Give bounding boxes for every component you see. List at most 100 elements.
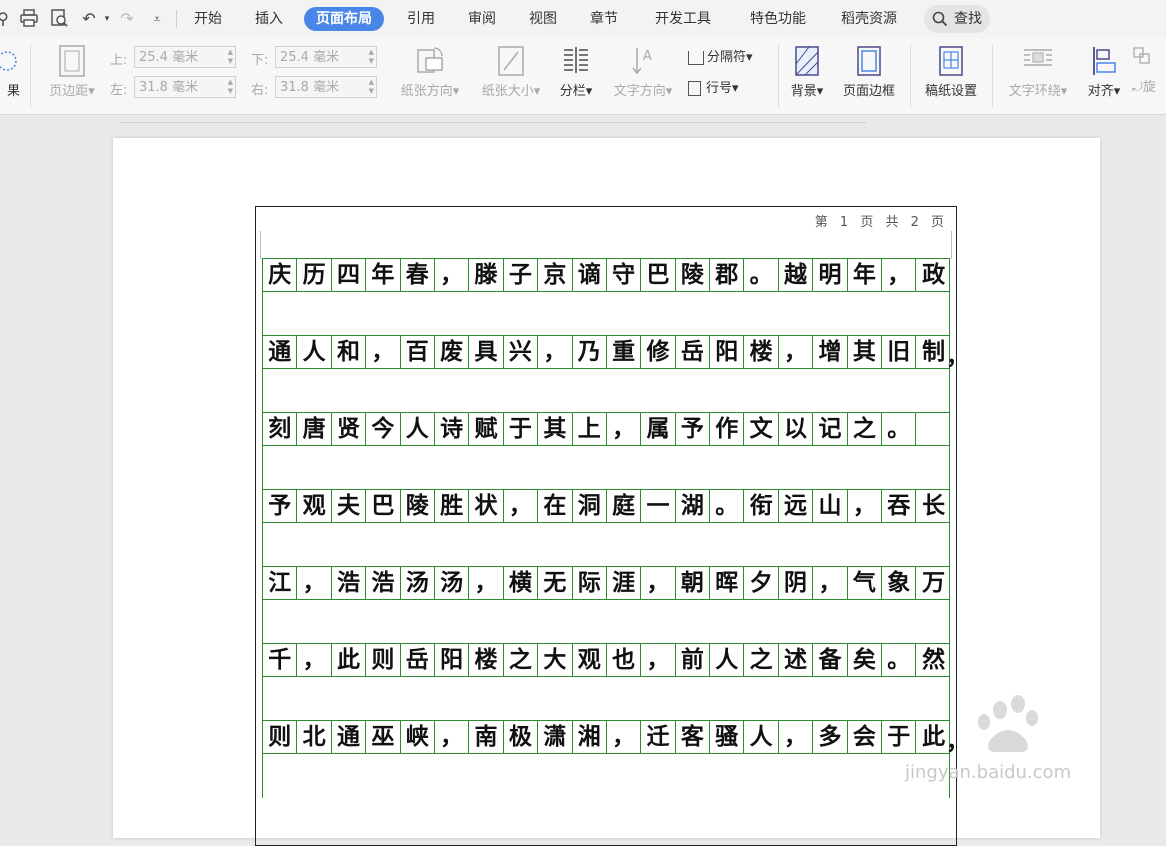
- print-preview-icon[interactable]: [48, 8, 70, 30]
- grid-cell: 人: [710, 644, 745, 676]
- paper-size-button[interactable]: 纸张大小▾: [473, 38, 549, 114]
- tab-review[interactable]: 审阅: [466, 7, 498, 31]
- align-button[interactable]: 对齐▾: [1080, 38, 1128, 114]
- tab-docer-resources[interactable]: 稻壳资源: [839, 7, 899, 31]
- line-number-button[interactable]: 行号▾: [688, 79, 739, 99]
- grid-cell: 多: [813, 721, 848, 753]
- spinner-icon[interactable]: ▲ ▼: [369, 48, 374, 66]
- grid-cell: 状: [469, 490, 504, 522]
- spinner-icon[interactable]: ▲ ▼: [369, 78, 374, 96]
- margin-right-label: 右:: [251, 83, 269, 98]
- margin-top-input[interactable]: 25.4 毫米 ▲ ▼: [134, 46, 236, 68]
- grid-cell: 废: [435, 336, 470, 368]
- grid-cell: 观: [573, 644, 607, 676]
- print-icon[interactable]: [18, 8, 40, 30]
- grid-cell: 岳: [401, 644, 435, 676]
- effects-button[interactable]: 果: [0, 38, 24, 114]
- grid-cell: 其: [848, 336, 883, 368]
- grid-cell: 吞: [882, 490, 917, 522]
- grid-cell: 一: [641, 490, 676, 522]
- search-icon: [932, 5, 948, 36]
- grid-cell: 之: [504, 644, 539, 676]
- document-page[interactable]: 第 1 页 共 2 页 庆历四年春，滕子京谪守巴陵郡。越明年，政通人和，百废具兴…: [113, 138, 1100, 846]
- separator-button[interactable]: 分隔符▾: [688, 48, 753, 68]
- header-rule: [120, 122, 866, 123]
- grid-cell: 极: [504, 721, 539, 753]
- undo-dropdown-icon[interactable]: ▾: [96, 8, 118, 30]
- search-label: 查找: [954, 11, 982, 27]
- svg-text:A: A: [643, 49, 652, 64]
- grid-cell: 。: [882, 413, 917, 445]
- rotate-button[interactable]: ⤾旋: [1132, 78, 1156, 98]
- grid-cell: ，: [366, 336, 401, 368]
- grid-row-gap: [262, 369, 950, 413]
- text-wrap-button[interactable]: 文字环绕▾: [998, 38, 1078, 114]
- margin-right-input[interactable]: 31.8 毫米 ▲ ▼: [275, 76, 377, 98]
- divider: [176, 10, 177, 28]
- grid-cell: 以: [779, 413, 814, 445]
- margin-left-input[interactable]: 31.8 毫米 ▲ ▼: [134, 76, 236, 98]
- text-direction-button[interactable]: A 文字方向▾: [605, 38, 681, 114]
- orientation-label: 纸张方向▾: [400, 84, 460, 99]
- grid-cell: 百: [401, 336, 435, 368]
- grid-cell: 岳: [676, 336, 711, 368]
- rotate-icon: ⤾: [1132, 80, 1143, 95]
- grid-cell: 骚: [710, 721, 745, 753]
- grid-cell: 巴: [641, 259, 676, 291]
- tab-special-features[interactable]: 特色功能: [748, 7, 808, 31]
- group-icon[interactable]: [1132, 46, 1154, 66]
- spinner-icon[interactable]: ▲ ▼: [228, 78, 233, 96]
- margins-button[interactable]: 页边距▾: [40, 38, 104, 114]
- tab-chapter[interactable]: 章节: [588, 7, 620, 31]
- tab-start[interactable]: 开始: [192, 7, 224, 31]
- grid-cell: 涯: [607, 567, 642, 599]
- background-icon: [795, 46, 819, 76]
- grid-paper-settings-button[interactable]: 稿纸设置: [916, 38, 986, 114]
- spinner-icon[interactable]: ▲ ▼: [228, 48, 233, 66]
- grid-cell: 兴: [504, 336, 539, 368]
- tab-view[interactable]: 视图: [527, 7, 559, 31]
- columns-button[interactable]: 分栏▾: [552, 38, 600, 114]
- page-border-icon: [857, 46, 881, 76]
- grid-cell: ，: [435, 721, 470, 753]
- grid-cell: 巴: [366, 490, 401, 522]
- grid-cell: 历: [297, 259, 332, 291]
- grid-cell: 洞: [573, 490, 607, 522]
- tab-developer[interactable]: 开发工具: [653, 7, 713, 31]
- text-direction-icon: A: [632, 48, 652, 75]
- grid-cell: 南: [469, 721, 504, 753]
- grid-cell: 人: [297, 336, 332, 368]
- search-doc-icon[interactable]: ⚲: [0, 8, 14, 30]
- customize-toolbar-icon[interactable]: ⩡: [146, 8, 168, 30]
- redo-icon[interactable]: ↷: [116, 8, 138, 30]
- background-button[interactable]: 背景▾: [784, 38, 830, 114]
- grid-cell: 今: [366, 413, 401, 445]
- grid-cell: 重: [607, 336, 642, 368]
- grid-cell: 则: [263, 721, 298, 753]
- grid-cell: 政: [922, 261, 946, 288]
- grid-cell: 旧: [882, 336, 917, 368]
- margin-bottom-input[interactable]: 25.4 毫米 ▲ ▼: [275, 46, 377, 68]
- grid-cell: 刻: [263, 413, 298, 445]
- columns-label: 分栏▾: [559, 84, 593, 99]
- grid-cell: 乃: [573, 336, 607, 368]
- search-button[interactable]: 查找: [924, 5, 990, 33]
- orientation-button[interactable]: 纸张方向▾: [392, 38, 468, 114]
- grid-cell: 汤: [401, 567, 435, 599]
- line-number-label: 行号: [706, 81, 733, 96]
- tab-page-layout[interactable]: 页面布局: [304, 7, 384, 31]
- grid-cell: 衔: [744, 490, 779, 522]
- divider: [778, 44, 779, 108]
- separator-label: 分隔符: [707, 50, 747, 65]
- text-wrap-label: 文字环绕▾: [1008, 84, 1068, 99]
- page-border-button[interactable]: 页面边框: [834, 38, 904, 114]
- grid-cell: 楼: [744, 336, 779, 368]
- grid-cell: ，: [538, 336, 573, 368]
- tab-insert[interactable]: 插入: [253, 7, 285, 31]
- grid-cell: 远: [779, 490, 814, 522]
- tab-references[interactable]: 引用: [405, 7, 437, 31]
- grid-cell: ，: [641, 644, 676, 676]
- grid-cell: 迁: [641, 721, 676, 753]
- margin-left-label: 左:: [110, 83, 128, 98]
- grid-cell: 予: [676, 413, 711, 445]
